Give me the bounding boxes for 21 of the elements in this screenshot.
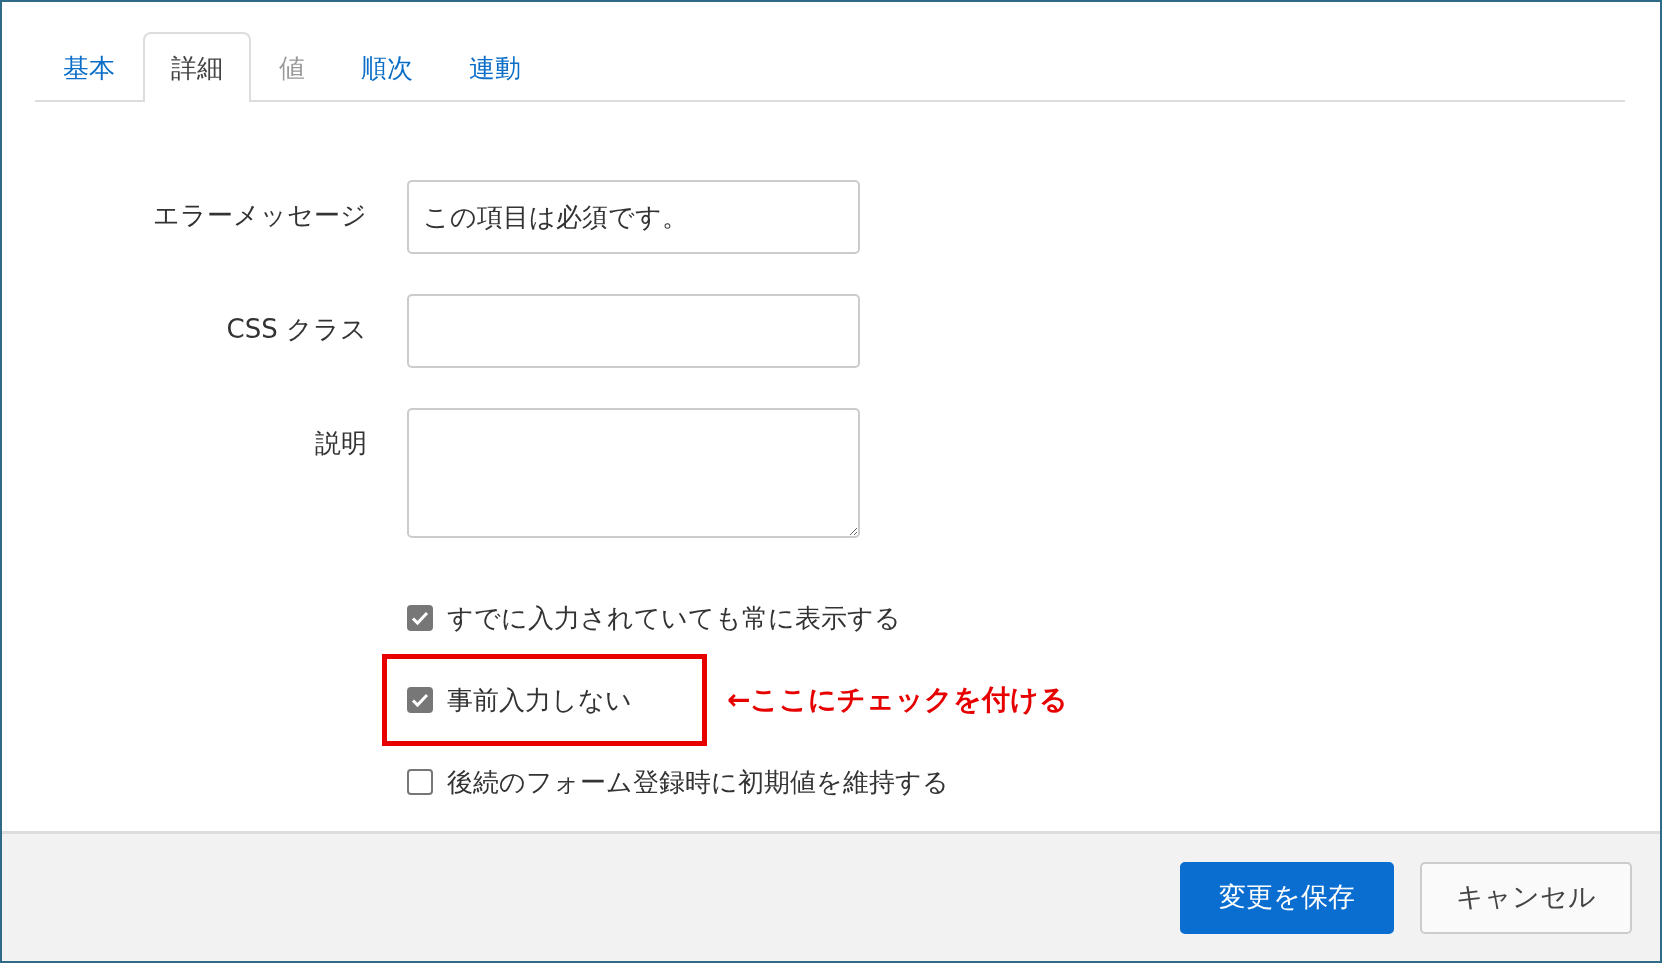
- checkbox[interactable]: [407, 687, 433, 714]
- checkbox-label: 事前入力しない: [447, 683, 632, 717]
- input-field[interactable]: [407, 294, 860, 369]
- cancel-button[interactable]: キャンセル: [1420, 861, 1632, 934]
- check-icon: [411, 610, 429, 627]
- field-label: エラーメッセージ: [152, 199, 367, 233]
- field-label: 説明: [314, 427, 367, 461]
- checkbox[interactable]: [407, 605, 433, 632]
- textarea-field[interactable]: [407, 408, 860, 539]
- tab[interactable]: 順次: [333, 32, 441, 103]
- annotation-text: ←ここにチェックを付ける: [727, 682, 1069, 719]
- tab[interactable]: 詳細: [143, 32, 251, 103]
- input-field[interactable]: この項目は必須です。: [407, 180, 860, 255]
- checkbox[interactable]: [407, 769, 433, 796]
- check-icon: [411, 692, 429, 709]
- tab[interactable]: 基本: [35, 32, 143, 103]
- field-label: CSS クラス: [225, 313, 367, 347]
- checkbox-label: 後続のフォーム登録時に初期値を維持する: [447, 765, 949, 799]
- save-button[interactable]: 変更を保存: [1180, 861, 1394, 934]
- checkbox-label: すでに入力されていても常に表示する: [447, 601, 901, 635]
- tab[interactable]: 連動: [441, 32, 549, 103]
